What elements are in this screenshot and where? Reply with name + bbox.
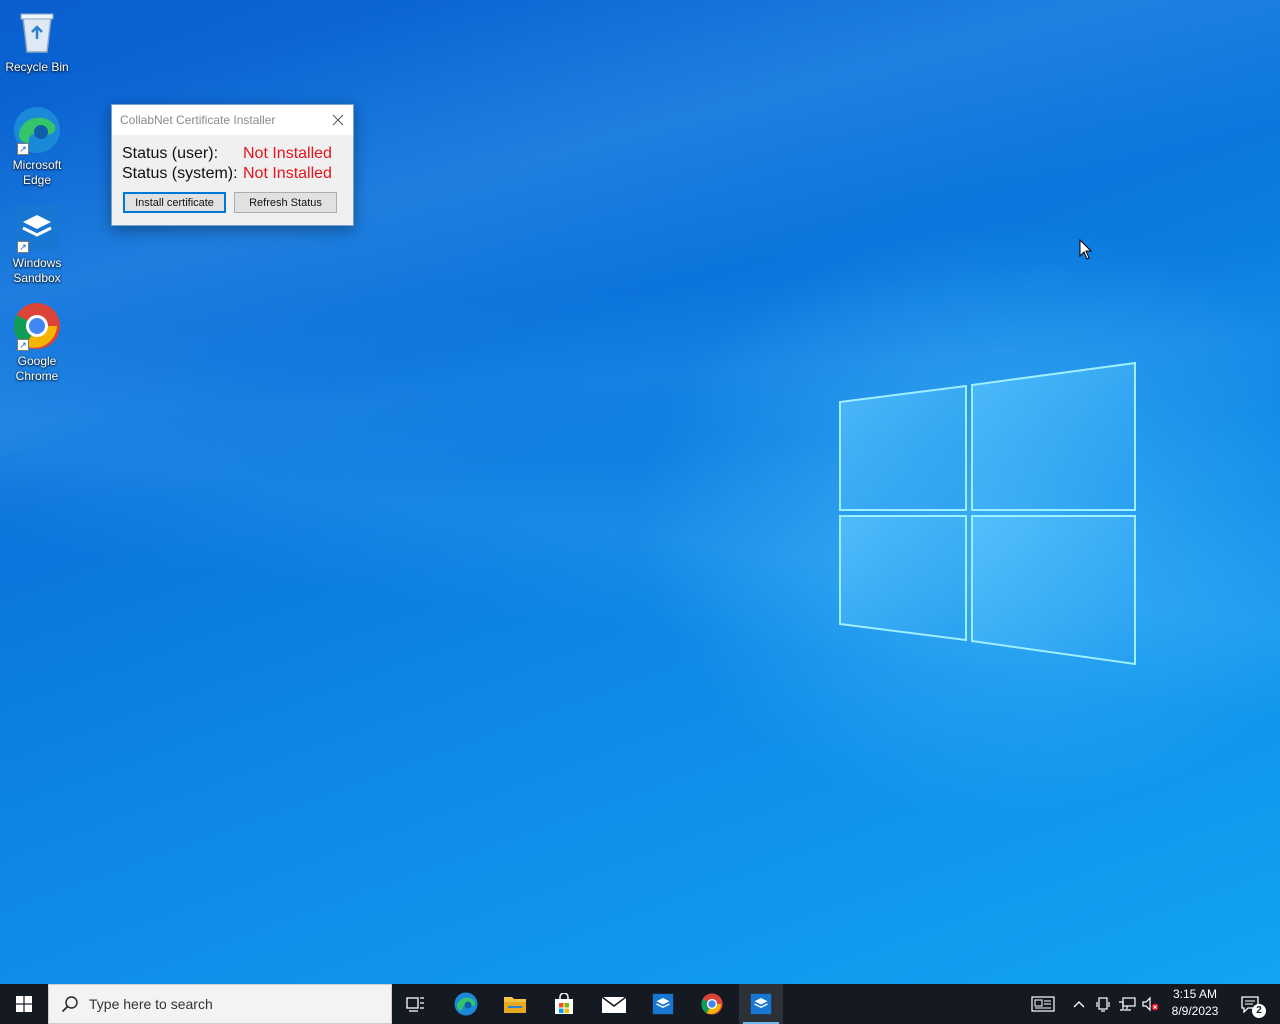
volume-tray-button[interactable]: [1139, 984, 1161, 1024]
taskbar-windows-sandbox-button[interactable]: [641, 984, 685, 1024]
network-tray-button[interactable]: [1116, 984, 1138, 1024]
network-icon: [1119, 997, 1136, 1011]
mail-icon: [601, 996, 627, 1013]
news-widget-button[interactable]: [1028, 984, 1058, 1024]
shortcut-arrow-icon: ↗: [17, 143, 29, 155]
store-bag-icon: [555, 993, 573, 1014]
search-icon: [61, 996, 78, 1013]
status-system-value: Not Installed: [243, 165, 332, 182]
device-icon: [1096, 997, 1110, 1012]
close-button[interactable]: [323, 105, 353, 135]
taskbar-chrome-button[interactable]: [690, 984, 734, 1024]
status-user-value: Not Installed: [243, 145, 332, 162]
recycle-bin-icon: [11, 6, 63, 58]
taskbar-active-app-button[interactable]: [739, 984, 783, 1024]
status-system-row: Status (system): Not Installed: [122, 165, 332, 183]
taskbar: Type here to search 3:15 AM 8/9/2023 2: [0, 984, 1280, 1024]
desktop-icon-google-chrome[interactable]: ↗ Google Chrome: [4, 300, 70, 384]
window-title: CollabNet Certificate Installer: [120, 113, 276, 127]
shortcut-arrow-icon: ↗: [17, 241, 29, 253]
status-user-label: Status (user):: [122, 145, 219, 162]
search-placeholder: Type here to search: [89, 996, 213, 1012]
news-icon: [1031, 996, 1055, 1012]
shortcut-arrow-icon: ↗: [17, 339, 29, 351]
close-icon: [332, 114, 344, 126]
windows-sandbox-icon: [750, 993, 772, 1015]
window-titlebar[interactable]: CollabNet Certificate Installer: [112, 105, 353, 135]
task-view-icon: [406, 997, 424, 1012]
windows-sandbox-icon: [652, 993, 674, 1015]
action-center-button[interactable]: 2: [1232, 984, 1268, 1024]
status-system-label: Status (system):: [122, 165, 238, 182]
edge-icon: ↗: [11, 104, 63, 156]
taskbar-file-explorer-button[interactable]: [493, 984, 537, 1024]
taskbar-clock[interactable]: 3:15 AM 8/9/2023: [1164, 986, 1226, 1020]
start-button[interactable]: [0, 984, 48, 1024]
volume-muted-icon: [1142, 996, 1159, 1012]
clock-time: 3:15 AM: [1172, 987, 1218, 1001]
device-tray-button[interactable]: [1093, 984, 1113, 1024]
desktop-icon-microsoft-edge[interactable]: ↗ Microsoft Edge: [4, 104, 70, 188]
desktop-icon-recycle-bin[interactable]: Recycle Bin: [4, 6, 70, 75]
taskbar-store-button[interactable]: [542, 984, 586, 1024]
refresh-status-button[interactable]: Refresh Status: [234, 192, 337, 213]
task-view-button[interactable]: [394, 984, 438, 1024]
taskbar-search-box[interactable]: Type here to search: [48, 984, 392, 1024]
install-certificate-button[interactable]: Install certificate: [123, 192, 226, 213]
chrome-icon: [701, 993, 723, 1015]
edge-icon: [454, 992, 478, 1016]
windows-start-icon: [16, 996, 32, 1012]
chrome-icon: ↗: [11, 300, 63, 352]
microsoft-edge-label: Microsoft Edge: [12, 158, 62, 187]
mouse-cursor-icon: [1079, 239, 1093, 260]
status-user-row: Status (user): Not Installed: [122, 145, 332, 163]
chevron-up-icon: [1073, 1001, 1085, 1008]
windows-logo-wallpaper: [839, 361, 1136, 666]
google-chrome-label: Google Chrome: [15, 354, 59, 383]
folder-icon: [504, 997, 526, 1013]
taskbar-mail-button[interactable]: [592, 984, 636, 1024]
clock-date: 8/9/2023: [1171, 1004, 1219, 1018]
show-hidden-icons-button[interactable]: [1068, 984, 1090, 1024]
desktop-icon-windows-sandbox[interactable]: ↗ Windows Sandbox: [4, 202, 70, 286]
certificate-installer-window: CollabNet Certificate Installer Status (…: [111, 104, 354, 226]
windows-sandbox-icon: ↗: [11, 202, 63, 254]
notification-count-badge: 2: [1252, 1004, 1266, 1018]
recycle-bin-label: Recycle Bin: [5, 60, 69, 74]
taskbar-edge-button[interactable]: [444, 984, 488, 1024]
windows-sandbox-label: Windows Sandbox: [12, 256, 62, 285]
